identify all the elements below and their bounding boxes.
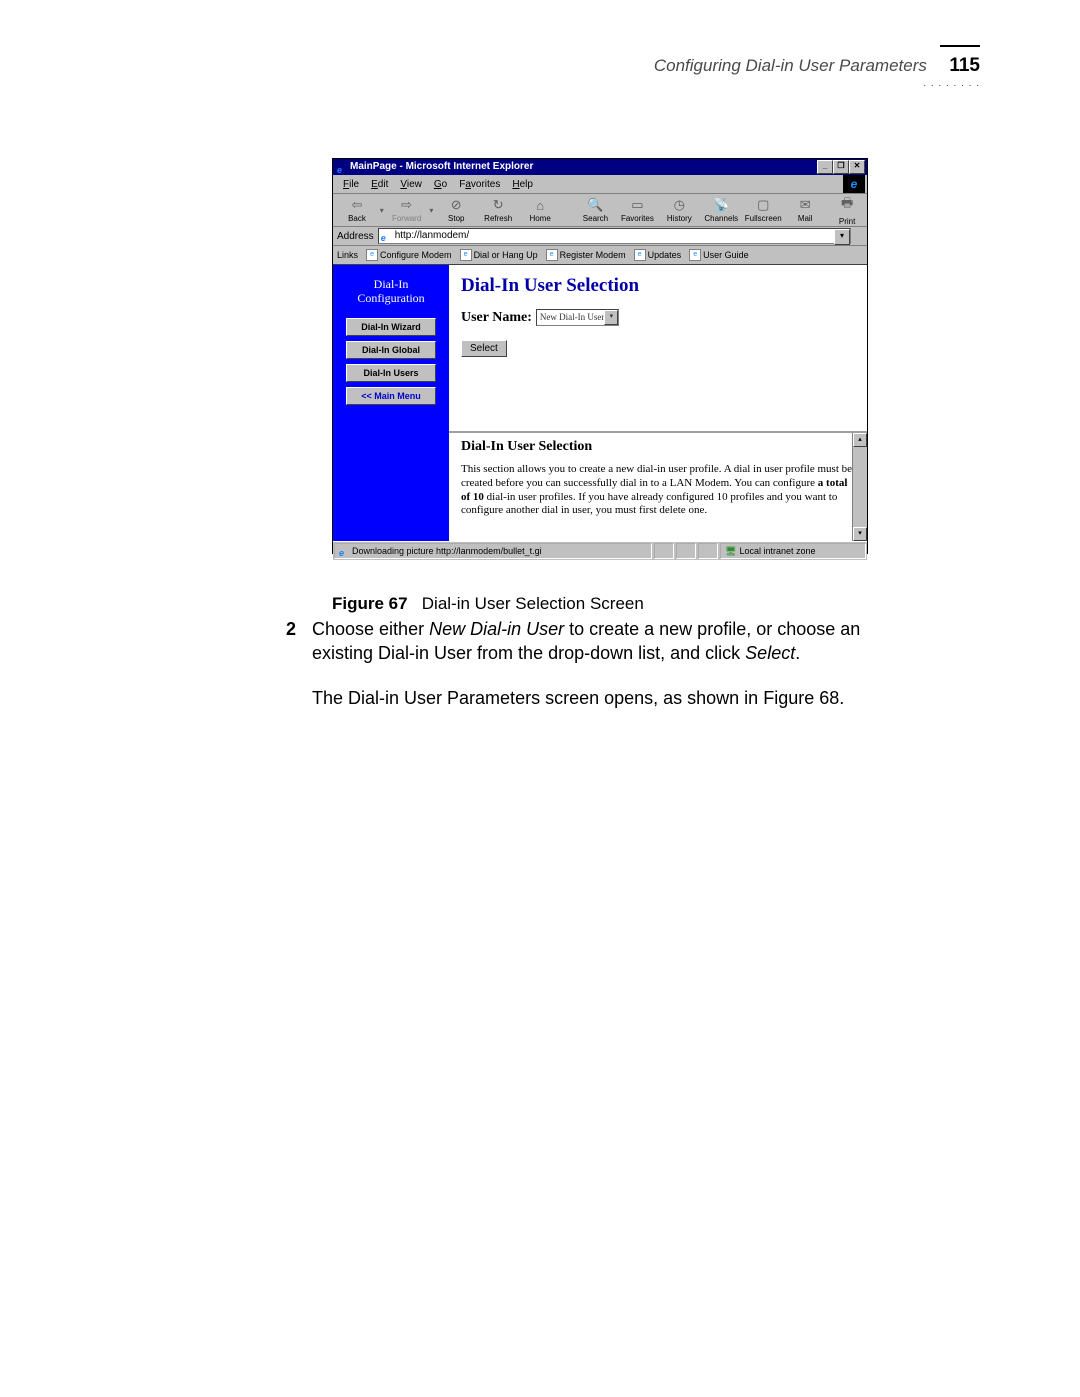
status-text: e Downloading picture http://lanmodem/bu… <box>334 543 652 559</box>
body-paragraph-2: The Dial-in User Parameters screen opens… <box>312 688 872 709</box>
history-icon: ◷ <box>674 197 685 213</box>
content-area: Dial-In Configuration Dial-In Wizard Dia… <box>333 265 867 541</box>
header-label: Configuring Dial-in User Parameters <box>654 56 927 75</box>
search-button[interactable]: 🔍Search <box>576 195 616 225</box>
ie-icon: e <box>337 162 347 172</box>
link-user-guide[interactable]: eUser Guide <box>689 249 749 261</box>
scroll-down-icon[interactable]: ▾ <box>853 527 867 541</box>
link-icon: e <box>634 249 646 261</box>
step-number: 2 <box>286 617 296 641</box>
dropdown-icon[interactable]: ▾ <box>379 206 385 215</box>
sidebar-wizard-button[interactable]: Dial-In Wizard <box>346 318 436 336</box>
back-icon: ⇦ <box>352 197 363 213</box>
figure-caption: Figure 67 Dial-in User Selection Screen <box>332 594 644 614</box>
dropdown-icon[interactable]: ▾ <box>429 206 435 215</box>
fullscreen-button[interactable]: ▢Fullscreen <box>743 195 783 225</box>
sidebar-users-button[interactable]: Dial-In Users <box>346 364 436 382</box>
status-box <box>676 543 696 559</box>
sidebar-global-button[interactable]: Dial-In Global <box>346 341 436 359</box>
menu-view[interactable]: View <box>394 179 428 190</box>
page-header: Configuring Dial-in User Parameters 115 <box>654 55 980 77</box>
lower-text: This section allows you to create a new … <box>461 463 855 518</box>
page-title: Dial-In User Selection <box>461 275 855 297</box>
page-icon: e <box>381 231 391 241</box>
sidebar-title: Dial-In Configuration <box>333 277 449 306</box>
favorites-button[interactable]: ▭Favorites <box>617 195 657 225</box>
lower-pane: Dial-In User Selection This section allo… <box>449 433 867 541</box>
select-button[interactable]: Select <box>461 340 507 357</box>
stop-icon: ⊘ <box>451 197 462 213</box>
ie-throbber-icon: e <box>843 175 865 193</box>
link-updates[interactable]: eUpdates <box>634 249 682 261</box>
address-label: Address <box>337 231 378 242</box>
page-number: 115 <box>949 55 980 76</box>
minimize-button[interactable]: _ <box>817 160 833 174</box>
search-icon: 🔍 <box>587 197 603 213</box>
favorites-icon: ▭ <box>631 197 643 213</box>
toolbar: ⇦Back ▾ ⇨Forward ▾ ⊘Stop ↻Refresh ⌂Home … <box>333 194 867 227</box>
main-pane: Dial-In User Selection User Name: New Di… <box>449 265 867 541</box>
upper-pane: Dial-In User Selection User Name: New Di… <box>449 265 867 431</box>
link-configure-modem[interactable]: eConfigure Modem <box>366 249 452 261</box>
lower-heading: Dial-In User Selection <box>461 439 855 455</box>
link-icon: e <box>689 249 701 261</box>
username-dropdown[interactable]: New Dial-In User ▾ <box>536 309 619 326</box>
link-icon: e <box>546 249 558 261</box>
menu-help[interactable]: Help <box>506 179 539 190</box>
zone-icon: 🖥 <box>725 544 736 558</box>
status-icon: e <box>339 546 349 556</box>
fullscreen-icon: ▢ <box>757 197 769 213</box>
scroll-up-icon[interactable]: ▴ <box>853 433 867 447</box>
address-input[interactable]: e http://lanmodem/ ▾ <box>378 228 851 244</box>
refresh-icon: ↻ <box>493 197 504 213</box>
username-row: User Name: New Dial-In User ▾ <box>461 309 855 326</box>
close-button[interactable]: ✕ <box>849 160 865 174</box>
menu-favorites[interactable]: Favorites <box>453 179 506 190</box>
menu-file[interactable]: File <box>337 179 365 190</box>
titlebar: e MainPage - Microsoft Internet Explorer… <box>333 159 867 175</box>
header-dots: . . . . . . . . <box>923 78 980 89</box>
sidebar: Dial-In Configuration Dial-In Wizard Dia… <box>333 265 449 541</box>
dropdown-arrow-icon[interactable]: ▾ <box>604 310 618 325</box>
print-button[interactable]: 🖶Print <box>827 195 867 225</box>
status-zone: 🖥 Local intranet zone <box>720 543 866 559</box>
refresh-button[interactable]: ↻Refresh <box>478 195 518 225</box>
forward-icon: ⇨ <box>401 197 412 213</box>
menu-go[interactable]: Go <box>428 179 453 190</box>
scrollbar-vertical[interactable]: ▴ ▾ <box>852 433 867 541</box>
link-register-modem[interactable]: eRegister Modem <box>546 249 626 261</box>
back-button[interactable]: ⇦Back <box>337 195 377 225</box>
username-label: User Name: <box>461 310 532 326</box>
print-icon: 🖶 <box>841 194 853 216</box>
sidebar-main-menu-button[interactable]: << Main Menu <box>346 387 436 405</box>
mail-button[interactable]: ✉Mail <box>785 195 825 225</box>
stop-button[interactable]: ⊘Stop <box>436 195 476 225</box>
status-bar: e Downloading picture http://lanmodem/bu… <box>333 541 867 560</box>
status-box <box>698 543 718 559</box>
history-button[interactable]: ◷History <box>659 195 699 225</box>
browser-window: e MainPage - Microsoft Internet Explorer… <box>332 158 868 554</box>
menubar: File Edit View Go Favorites Help e <box>333 175 867 194</box>
channels-icon: 📡 <box>713 197 729 213</box>
address-bar: Address e http://lanmodem/ ▾ <box>333 227 867 246</box>
link-icon: e <box>366 249 378 261</box>
home-button[interactable]: ⌂Home <box>520 195 560 225</box>
channels-button[interactable]: 📡Channels <box>701 195 741 225</box>
link-icon: e <box>460 249 472 261</box>
address-dropdown-icon[interactable]: ▾ <box>834 229 850 245</box>
links-label: Links <box>337 250 358 260</box>
home-icon: ⌂ <box>536 198 544 213</box>
body-paragraph-1: 2 Choose either New Dial-in User to crea… <box>312 617 902 666</box>
mail-icon: ✉ <box>800 197 811 213</box>
window-title: MainPage - Microsoft Internet Explorer <box>350 159 533 175</box>
status-box <box>654 543 674 559</box>
links-bar: Links eConfigure Modem eDial or Hang Up … <box>333 246 867 265</box>
link-dial-hangup[interactable]: eDial or Hang Up <box>460 249 538 261</box>
menu-edit[interactable]: Edit <box>365 179 394 190</box>
forward-button[interactable]: ⇨Forward <box>387 195 427 225</box>
maximize-button[interactable]: ❐ <box>833 160 849 174</box>
